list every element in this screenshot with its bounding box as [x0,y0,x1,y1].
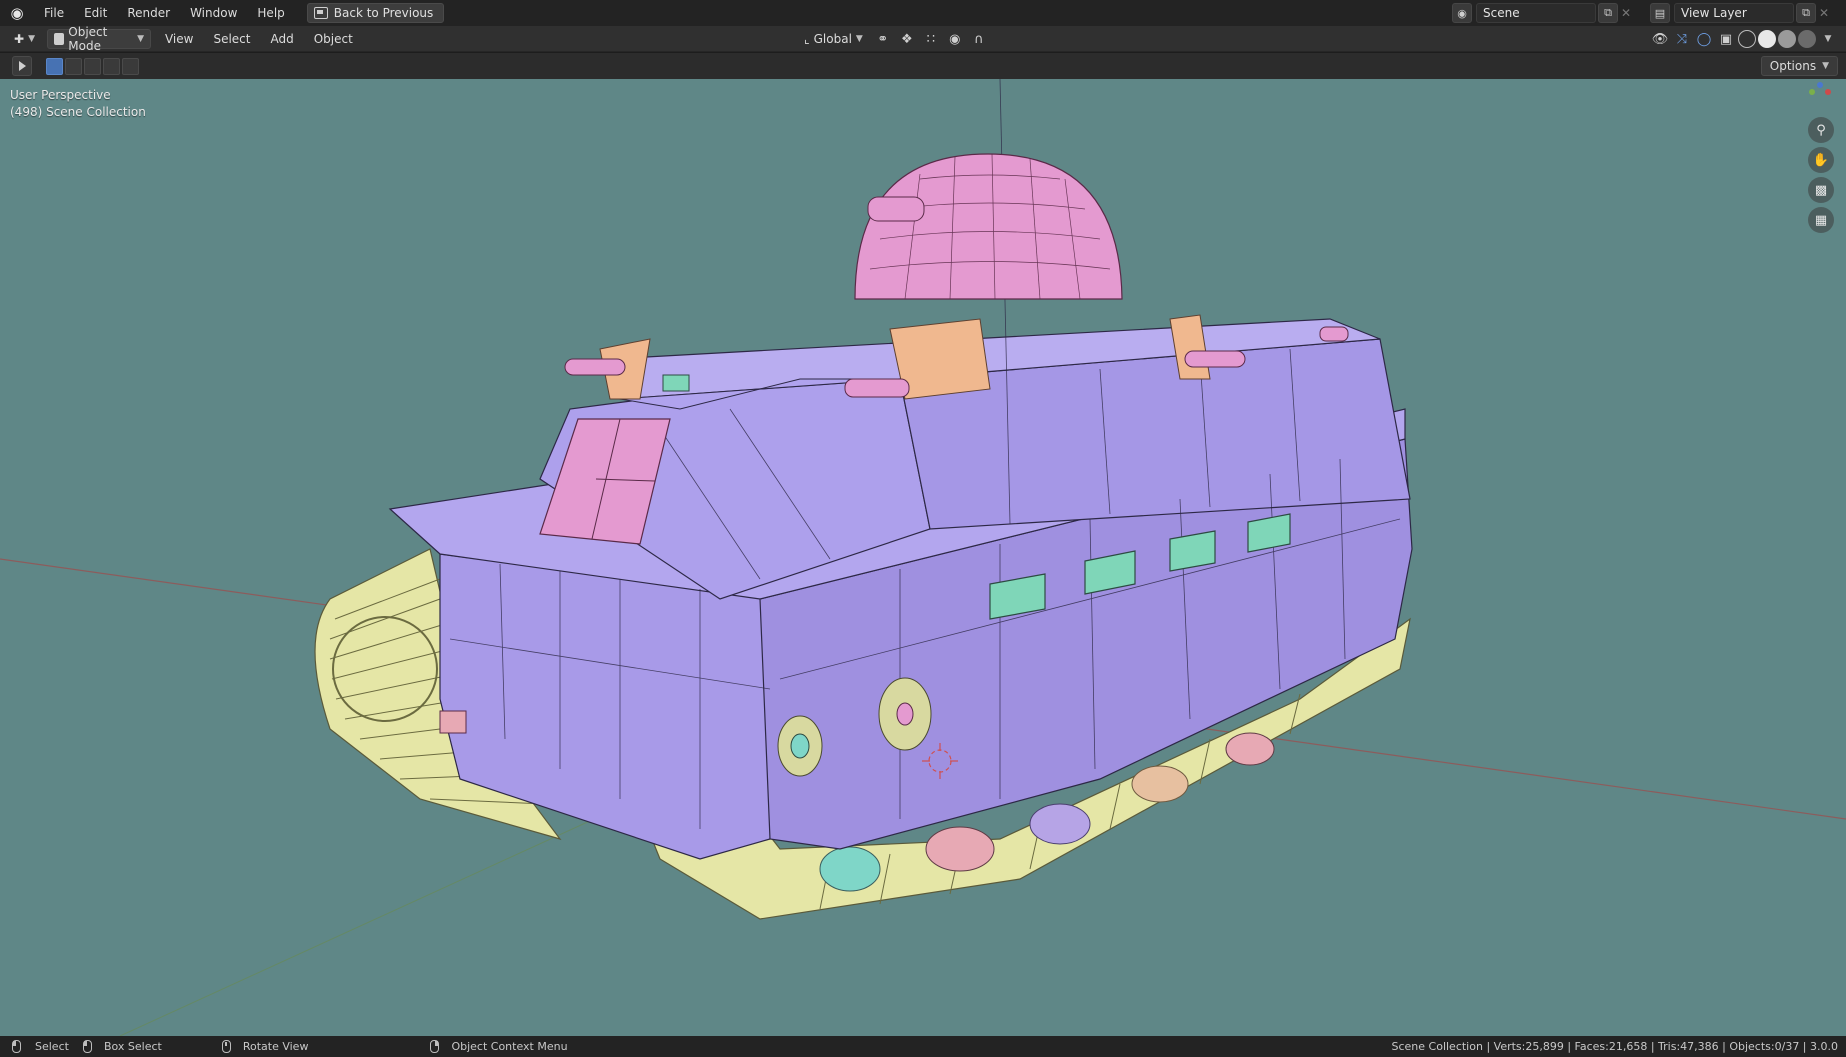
status-context-menu: Object Context Menu [430,1040,568,1053]
middle-mouse-icon [221,1040,231,1053]
menu-edit[interactable]: Edit [74,0,117,26]
status-rotate-view-label: Rotate View [242,1040,309,1053]
delete-view-layer-icon[interactable]: ✕ [1816,3,1832,23]
status-bar: Select Box Select Rotate View Object Con… [0,1036,1846,1057]
wireframe-shading-icon[interactable] [1738,30,1756,48]
options-label: Options [1769,59,1817,73]
object-mode-dropdown[interactable]: Object Mode ▼ [46,25,151,53]
xray-toggle-icon[interactable]: ▣ [1716,29,1736,49]
status-select-label: Select [35,1040,69,1053]
proportional-edit-icon[interactable]: ◉ [945,29,965,49]
right-mouse-icon [430,1040,440,1053]
transform-orientation-dropdown[interactable]: ⌞ Global ▼ [798,29,869,49]
3d-viewport-icon: ✚ [14,31,25,46]
scene-browse-icon[interactable]: ◉ [1452,3,1472,23]
view-perspective-label: User Perspective [10,88,111,102]
menu-select[interactable]: Select [203,26,260,52]
zoom-icon[interactable]: ⚲ [1808,117,1834,143]
camera-view-icon[interactable]: ▩ [1808,177,1834,203]
overlay-toggle-icon[interactable]: ◯ [1694,29,1714,49]
pan-hand-icon[interactable]: ✋ [1808,147,1834,173]
status-box-select: Box Select [82,1040,162,1053]
top-menu-bar: ◉ File Edit Render Window Help Back to P… [0,0,1846,26]
3d-viewport[interactable]: User Perspective (498) Scene Collection … [0,79,1846,1036]
scene-name-field[interactable]: Scene [1476,3,1596,23]
view-layer-name-field[interactable]: View Layer [1674,3,1794,23]
transform-tools: ⌞ Global ▼ ⚭ ❖ ∷ ◉ ∩ [798,29,989,49]
chevron-down-icon: ▼ [855,34,863,44]
front-light [439,710,467,734]
left-mouse-icon [82,1040,92,1053]
scene-statistics: Scene Collection | Verts:25,899 | Faces:… [1391,1040,1839,1053]
select-subtract-icon[interactable] [84,57,101,75]
options-dropdown[interactable]: Options ▼ [1760,56,1838,76]
viewport-display-tools: 👁 ⤨ ◯ ▣ ▼ [1650,29,1838,49]
perspective-toggle-icon[interactable]: ▦ [1808,207,1834,233]
menu-add[interactable]: Add [261,26,304,52]
blender-logo-icon[interactable]: ◉ [0,0,34,26]
back-to-previous-button[interactable]: Back to Previous [306,3,445,23]
select-intersect-icon[interactable] [122,57,139,75]
new-scene-icon[interactable]: ⧉ [1598,3,1618,23]
visibility-icon[interactable]: 👁 [1650,29,1670,49]
scene-collection-label: (498) Scene Collection [10,105,146,119]
status-select: Select [12,1040,69,1053]
menu-render[interactable]: Render [117,0,180,26]
gizmo-toggle-icon[interactable]: ⤨ [1672,29,1692,49]
pivot-point-icon[interactable]: ⚭ [873,29,893,49]
scene-selector: ◉ Scene ⧉ ✕ [1452,3,1634,23]
menu-window[interactable]: Window [180,0,247,26]
dome-turret [854,153,1123,300]
chevron-down-icon: ▼ [137,33,144,44]
delete-scene-icon[interactable]: ✕ [1618,3,1634,23]
chevron-down-icon: ▼ [1822,61,1829,71]
left-mouse-icon [12,1040,21,1053]
tool-settings-bar: Options ▼ [0,53,1846,79]
transform-orientation-label: Global [813,32,852,46]
orientation-axes-icon: ⌞ [804,32,810,46]
status-context-menu-label: Object Context Menu [451,1040,568,1053]
snap-target-icon[interactable]: ∷ [921,29,941,49]
object-mode-label: Object Mode [68,24,108,53]
selection-mode-group [46,57,139,75]
viewport-header: ✚ ▼ Object Mode ▼ View Select Add Object … [0,25,1846,53]
periscope [662,374,690,392]
screen-icon [313,7,328,19]
material-shading-icon[interactable] [1778,30,1796,48]
axis-orientation-gizmo[interactable] [1806,81,1832,99]
view-layer-browse-icon[interactable]: ▤ [1650,3,1670,23]
select-new-icon[interactable] [46,57,63,75]
object-mode-icon [53,32,65,45]
menu-object[interactable]: Object [304,26,363,52]
menu-view[interactable]: View [155,26,203,52]
menu-help[interactable]: Help [247,0,294,26]
active-tool-icon[interactable] [12,56,32,76]
turret-gun [867,196,925,222]
editor-type-dropdown[interactable]: ✚ ▼ [8,29,41,49]
falloff-curve-icon[interactable]: ∩ [969,29,989,49]
menu-file[interactable]: File [34,0,74,26]
shading-options-icon[interactable]: ▼ [1818,29,1838,49]
view-layer-selector: ▤ View Layer ⧉ ✕ [1650,3,1832,23]
select-extend-icon[interactable] [65,57,82,75]
solid-shading-icon[interactable] [1758,30,1776,48]
chevron-down-icon: ▼ [28,33,35,44]
new-view-layer-icon[interactable]: ⧉ [1796,3,1816,23]
status-rotate-view: Rotate View [221,1040,309,1053]
status-box-select-label: Box Select [103,1040,162,1053]
snap-toggle-icon[interactable]: ❖ [897,29,917,49]
rendered-shading-icon[interactable] [1798,30,1816,48]
select-invert-icon[interactable] [103,57,120,75]
back-to-previous-label: Back to Previous [333,6,434,20]
tank-model-render[interactable] [0,79,1846,1036]
